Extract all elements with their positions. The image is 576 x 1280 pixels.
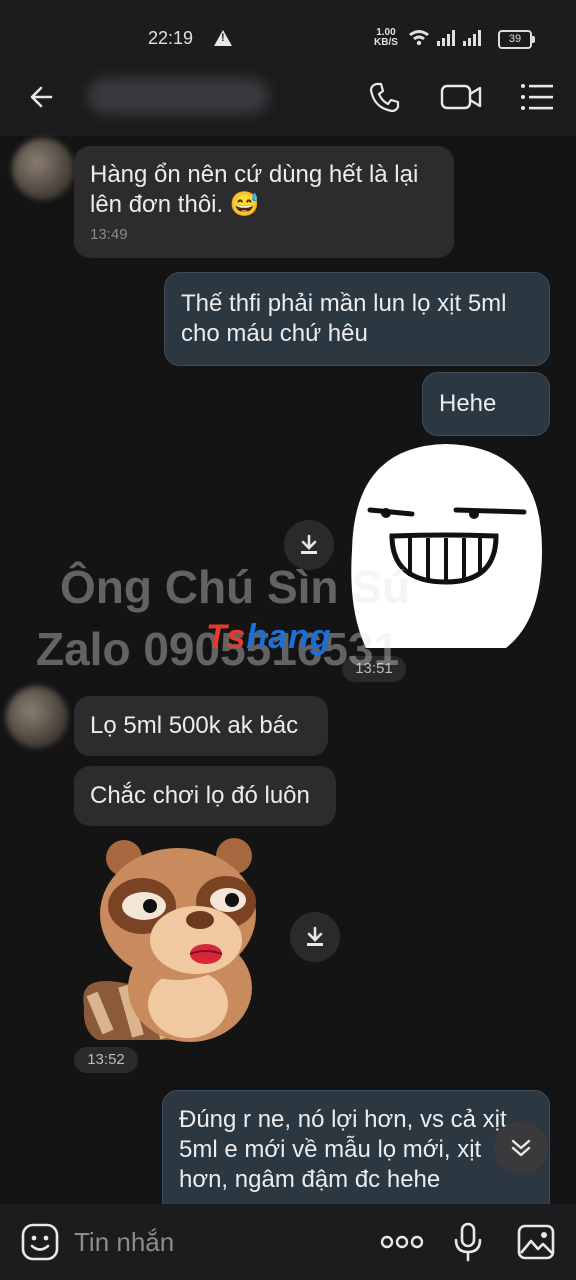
contact-avatar[interactable]	[6, 686, 68, 748]
message-text: Hàng ổn nên cứ dùng hết là lại lên đơn t…	[90, 161, 419, 218]
watermark-logo-part-2: hang	[246, 618, 332, 656]
watermark-logo-part-1: Ts	[206, 618, 247, 656]
menu-button[interactable]	[512, 72, 562, 122]
message-incoming[interactable]: Lọ 5ml 500k ak bác	[74, 696, 328, 756]
chat-header	[0, 58, 576, 136]
message-input[interactable]	[66, 1220, 372, 1264]
image-button[interactable]	[512, 1218, 560, 1266]
sticker-time: 13:52	[74, 1047, 138, 1073]
status-bar: 22:19 1.00 KB/S 39	[0, 0, 576, 58]
emoji-button[interactable]	[16, 1218, 64, 1266]
back-button[interactable]	[17, 72, 67, 122]
message-outgoing[interactable]: Thế thfi phải mần lun lọ xịt 5ml cho máu…	[164, 272, 550, 366]
warning-icon	[214, 30, 232, 46]
video-call-button[interactable]	[436, 72, 486, 122]
download-icon	[301, 534, 317, 554]
watermark-line-1: Ông Chú Sìn Sú	[60, 561, 411, 613]
microphone-icon	[454, 1222, 482, 1262]
message-text: Chắc chơi lọ đó luôn	[90, 782, 310, 809]
scroll-to-bottom-button[interactable]	[494, 1121, 548, 1175]
message-time: 13:49	[90, 226, 128, 243]
list-menu-icon	[521, 84, 553, 110]
message-input-bar	[0, 1204, 576, 1280]
more-dots-icon	[380, 1235, 424, 1249]
download-button[interactable]	[290, 912, 340, 962]
contact-avatar[interactable]	[12, 138, 74, 200]
message-outgoing[interactable]: Hehe	[422, 372, 550, 436]
signal-icons	[409, 30, 481, 46]
battery-icon: 39	[498, 30, 535, 49]
message-text: Lọ 5ml 500k ak bác	[90, 712, 299, 739]
cell-signal-icon	[437, 30, 481, 46]
message-text: Hehe	[439, 390, 497, 417]
network-speed: 1.00 KB/S	[374, 28, 398, 48]
call-button[interactable]	[360, 72, 410, 122]
video-camera-icon	[440, 84, 482, 110]
contact-name[interactable]	[88, 78, 268, 114]
phone-icon	[369, 82, 400, 113]
message-text: Thế thfi phải mần lun lọ xịt 5ml cho máu…	[181, 290, 507, 347]
arrow-left-icon	[30, 86, 53, 108]
grinning-face-sticker[interactable]	[346, 440, 546, 650]
message-text: Đúng r ne, nó lợi hơn, vs cả xịt 5ml e m…	[179, 1106, 507, 1193]
message-incoming[interactable]: Chắc chơi lọ đó luôn	[74, 766, 336, 826]
chevron-double-down-icon	[511, 1139, 531, 1157]
watermark-logo: Tshang	[206, 618, 332, 657]
raccoon-sticker[interactable]	[78, 836, 278, 1042]
network-speed-unit: KB/S	[374, 37, 398, 48]
voice-button[interactable]	[444, 1218, 492, 1266]
image-icon	[517, 1224, 555, 1260]
download-icon	[307, 926, 323, 946]
status-time: 22:19	[148, 28, 194, 48]
more-button[interactable]	[378, 1218, 426, 1266]
message-incoming[interactable]: Hàng ổn nên cứ dùng hết là lại lên đơn t…	[74, 146, 454, 258]
message-outgoing[interactable]: Đúng r ne, nó lợi hơn, vs cả xịt 5ml e m…	[162, 1090, 550, 1216]
emoji-icon	[21, 1223, 59, 1261]
wifi-icon	[409, 30, 429, 46]
